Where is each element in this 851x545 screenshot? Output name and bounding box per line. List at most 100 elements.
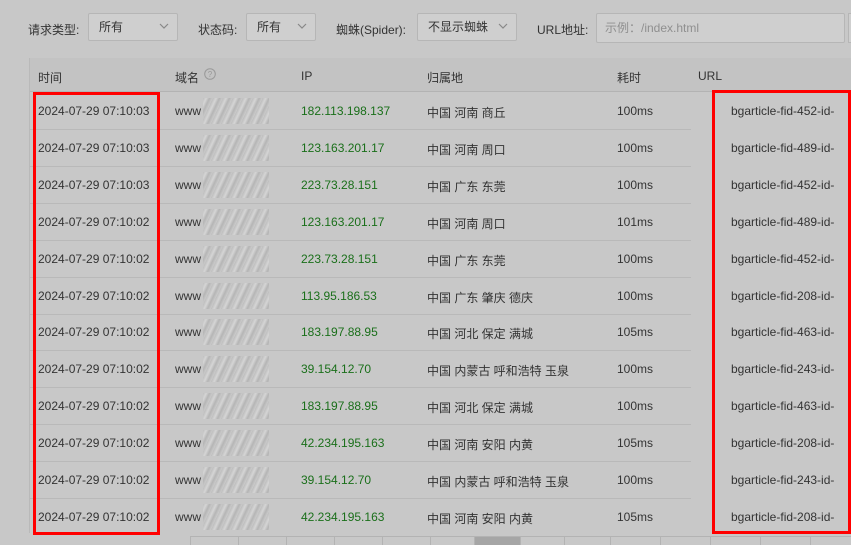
cell-duration: 100ms	[617, 399, 654, 414]
cell-domain: www	[175, 140, 201, 155]
cell-url[interactable]: bgarticle-fid-452-id-	[731, 104, 851, 118]
url-input[interactable]: 示例：/index.html	[596, 13, 845, 43]
table-row[interactable]: 2024-07-29 07:10:02 www 183.197.88.95 中国 河北…	[30, 388, 851, 426]
column-time[interactable]: 时间	[38, 69, 62, 86]
cell-ip: 182.113.198.137	[301, 104, 391, 118]
page-button-active[interactable]	[474, 537, 520, 545]
table-header: 时间 域名 ? IP 归属地 耗时 URL	[30, 58, 851, 92]
redacted-domain-blur	[203, 134, 269, 161]
redacted-domain-blur	[203, 467, 269, 493]
page-button[interactable]	[334, 537, 380, 545]
cell-ip: 123.163.201.17	[301, 140, 385, 155]
page-button[interactable]	[238, 537, 284, 545]
page-button[interactable]	[660, 537, 706, 545]
log-viewer-page: 请求类型: 所有 状态码: 所有 蜘蛛(Spider): 不显示蜘蛛 URL地址…	[0, 0, 851, 545]
cell-domain: www	[175, 362, 201, 377]
cell-time: 2024-07-29 07:10:03	[38, 104, 150, 118]
page-button[interactable]	[760, 537, 806, 545]
cell-domain: www	[175, 325, 201, 340]
cell-duration: 100ms	[617, 104, 654, 118]
page-button[interactable]	[520, 537, 566, 545]
cell-domain: www	[175, 251, 201, 266]
column-duration[interactable]: 耗时	[617, 69, 641, 86]
table-row[interactable]: 2024-07-29 07:10:03 www 182.113.198.137 中国 …	[30, 93, 851, 130]
cell-duration: 105ms	[617, 325, 654, 340]
spider-value: 不显示蜘蛛	[428, 20, 489, 34]
column-url[interactable]: URL	[698, 69, 722, 83]
url-label: URL地址:	[537, 23, 589, 37]
cell-url[interactable]: bgarticle-fid-489-id-	[731, 215, 851, 229]
cell-duration: 100ms	[617, 288, 654, 303]
page-button[interactable]	[190, 537, 236, 545]
page-button[interactable]	[430, 537, 476, 545]
cell-ip: 39.154.12.70	[301, 473, 372, 487]
cell-url[interactable]: bgarticle-fid-243-id-	[731, 473, 851, 487]
redacted-domain-blur	[203, 393, 269, 420]
cell-url[interactable]: bgarticle-fid-463-id-	[731, 399, 851, 413]
redacted-domain-blur	[203, 171, 269, 198]
table-row[interactable]: 2024-07-29 07:10:02 www 223.73.28.151 中国 广东…	[30, 241, 851, 278]
chevron-down-icon	[498, 23, 508, 29]
cell-domain: www	[175, 509, 201, 524]
cell-ip: 39.154.12.70	[301, 362, 372, 377]
cell-url[interactable]: bgarticle-fid-463-id-	[731, 325, 851, 339]
cell-url[interactable]: bgarticle-fid-489-id-	[731, 141, 851, 155]
request-type-select[interactable]: 所有	[88, 13, 178, 41]
table-row[interactable]: 2024-07-29 07:10:02 www 42.234.195.163 中国 河…	[30, 425, 851, 463]
page-button[interactable]	[610, 537, 656, 545]
table-row[interactable]: 2024-07-29 07:10:03 www 223.73.28.151 中国 广东…	[30, 167, 851, 204]
status-code-label: 状态码:	[198, 23, 238, 37]
redacted-domain-blur	[203, 208, 269, 235]
table-row[interactable]: 2024-07-29 07:10:03 www 123.163.201.17 中国 河…	[30, 130, 851, 167]
column-location[interactable]: 归属地	[427, 69, 463, 86]
redacted-domain-blur	[203, 282, 269, 309]
cell-url[interactable]: bgarticle-fid-452-id-	[731, 178, 851, 192]
cell-location: 中国 河南 安阳 内黄	[427, 438, 534, 453]
cell-url[interactable]: bgarticle-fid-452-id-	[731, 252, 851, 266]
cell-time: 2024-07-29 07:10:02	[38, 473, 150, 487]
table-row[interactable]: 2024-07-29 07:10:02 www 39.154.12.70 中国 内蒙古…	[30, 351, 851, 389]
help-icon[interactable]: ?	[204, 68, 216, 80]
page-button[interactable]	[382, 537, 428, 545]
cell-duration: 101ms	[617, 214, 654, 229]
cell-duration: 100ms	[617, 362, 654, 377]
table-row[interactable]: 2024-07-29 07:10:02 www 183.197.88.95 中国 河北…	[30, 314, 851, 352]
cell-url[interactable]: bgarticle-fid-243-id-	[731, 362, 851, 376]
cell-time: 2024-07-29 07:10:02	[38, 436, 150, 451]
status-code-select[interactable]: 所有	[246, 13, 316, 41]
spider-select[interactable]: 不显示蜘蛛	[417, 13, 517, 41]
page-button[interactable]	[286, 537, 332, 545]
table-row[interactable]: 2024-07-29 07:10:02 www 42.234.195.163 中国 河…	[30, 499, 851, 533]
cell-ip: 223.73.28.151	[301, 177, 378, 192]
cell-domain: www	[175, 104, 201, 118]
cell-location: 中国 广东 东莞	[427, 179, 506, 194]
cell-location: 中国 广东 肇庆 德庆	[427, 290, 534, 305]
cell-url[interactable]: bgarticle-fid-208-id-	[731, 436, 851, 450]
cell-url[interactable]: bgarticle-fid-208-id-	[731, 510, 851, 524]
table-row[interactable]: 2024-07-29 07:10:02 www 39.154.12.70 中国 内蒙古…	[30, 462, 851, 499]
cell-location: 中国 河北 保定 满城	[427, 327, 534, 342]
cell-ip: 223.73.28.151	[301, 251, 378, 266]
cell-domain: www	[175, 436, 201, 451]
column-domain[interactable]: 域名	[175, 69, 199, 86]
table-row[interactable]: 2024-07-29 07:10:02 www 123.163.201.17 中国 河…	[30, 204, 851, 241]
cell-domain: www	[175, 399, 201, 414]
cell-ip: 42.234.195.163	[301, 509, 385, 524]
chevron-down-icon	[159, 23, 169, 29]
log-table: 时间 域名 ? IP 归属地 耗时 URL 2024-07-29 07:10:0…	[29, 58, 851, 533]
cell-time: 2024-07-29 07:10:02	[38, 251, 150, 266]
table-row[interactable]: 2024-07-29 07:10:02 www 113.95.186.53 中国 广东…	[30, 278, 851, 315]
page-button[interactable]	[810, 537, 851, 545]
page-button[interactable]	[564, 537, 610, 545]
column-ip[interactable]: IP	[301, 69, 312, 83]
cell-duration: 100ms	[617, 251, 654, 266]
cell-time: 2024-07-29 07:10:03	[38, 177, 150, 192]
request-type-label: 请求类型:	[28, 23, 80, 37]
cell-location: 中国 广东 东莞	[427, 253, 506, 268]
page-button[interactable]	[710, 537, 756, 545]
request-type-value: 所有	[99, 20, 124, 34]
cell-ip: 42.234.195.163	[301, 436, 385, 451]
cell-url[interactable]: bgarticle-fid-208-id-	[731, 289, 851, 303]
spider-label: 蜘蛛(Spider):	[336, 23, 407, 37]
cell-duration: 100ms	[617, 473, 654, 487]
